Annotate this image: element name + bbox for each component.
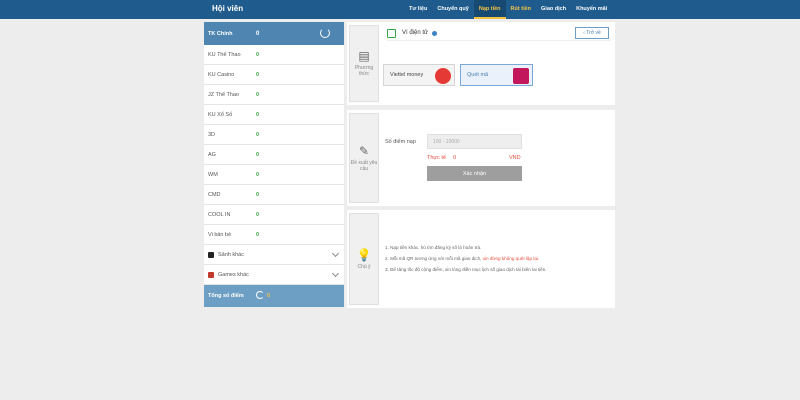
viettel-logo-icon	[435, 68, 451, 84]
sidebar-item-ku-the-thao: KU Thể Thao 0	[204, 45, 344, 65]
sidebar-item-ag: AG 0	[204, 145, 344, 165]
nav-chuyen-quy[interactable]: Chuyển quỹ	[432, 0, 473, 19]
sidebar-item-label: WM	[208, 171, 218, 178]
sidebar-item-label: CMD	[208, 191, 221, 198]
lightbulb-icon: 💡	[356, 247, 372, 262]
top-navbar: Hội viên Tư liệu Chuyển quỹ Nạp tiền Rút…	[0, 0, 800, 19]
note-item: 3. Để tăng tốc độ cộng điểm, xin lòng đi…	[385, 267, 547, 272]
step-notes-label: Chú ý	[357, 263, 371, 270]
refresh-icon[interactable]	[320, 28, 330, 38]
sidebar-item-amount: 0	[256, 191, 260, 198]
wallet-icon	[387, 28, 396, 38]
total-points-amount: 0	[267, 293, 271, 299]
method-panel: ▤ Phương thức Ví điện tử ‹ Trở về Viette…	[347, 22, 615, 105]
confirm-button[interactable]: Xác nhận	[427, 166, 522, 181]
request-panel: ✎ Đề xuất yêu cầu Số điểm nạp 100 - 1000…	[347, 110, 615, 206]
card-icon: ▤	[358, 49, 370, 63]
notes-panel: 💡 Chú ý 1. Nạp tiền khác, hủ tìm đăng ký…	[347, 210, 615, 308]
total-points-row: Tổng số điểm 0	[204, 285, 344, 307]
sidebar-item-cmd: CMD 0	[204, 185, 344, 205]
note-item: 1. Nạp tiền khác, hủ tìm đăng ký số là h…	[385, 245, 482, 250]
info-icon[interactable]	[432, 30, 438, 36]
page-title: Hội viên	[212, 4, 244, 13]
sidebar-item-ku-xo-so: KU Xổ Số 0	[204, 105, 344, 125]
main-account-amount: 0	[256, 30, 260, 37]
nav-giao-dich[interactable]: Giao dịch	[536, 0, 571, 19]
qr-code-icon	[513, 68, 529, 84]
wallet-header: Ví điện tử ‹ Trở về	[387, 26, 611, 41]
sidebar-item-label: Vi bàn bè	[208, 231, 232, 238]
sidebar-expand-games-khac[interactable]: Games khác	[204, 265, 344, 285]
chevron-down-icon	[331, 249, 340, 258]
main-account-label: TK Chính	[208, 30, 233, 37]
method-label: Quét mã	[467, 72, 489, 78]
sidebar-item-amount: 0	[256, 231, 260, 238]
chevron-down-icon	[331, 269, 340, 278]
total-points-label: Tổng số điểm	[208, 293, 244, 299]
back-button-label: Trở về	[586, 30, 601, 36]
sidebar-item-label: KU Casino	[208, 71, 235, 78]
step-request-label: Đề xuất yêu cầu	[350, 159, 378, 172]
real-amount-unit: VND	[509, 155, 521, 161]
step-request: ✎ Đề xuất yêu cầu	[349, 113, 379, 203]
sidebar-item-amount: 0	[256, 51, 260, 58]
method-label: Viettel money	[390, 72, 424, 78]
sidebar-item-amount: 0	[256, 131, 260, 138]
sidebar-item-cool-in: COOL IN 0	[204, 205, 344, 225]
sidebar-item-amount: 0	[256, 71, 260, 78]
sidebar-expand-sanh-khac[interactable]: Sảnh khác	[204, 245, 344, 265]
sidebar-item-label: KU Thể Thao	[208, 51, 241, 58]
edit-form-icon: ✎	[358, 143, 370, 158]
nav-nap-tien[interactable]: Nạp tiền	[473, 0, 506, 19]
game-icon	[208, 271, 214, 278]
notes-list: 1. Nạp tiền khác, hủ tìm đăng ký số là h…	[385, 242, 611, 275]
spade-icon	[208, 251, 214, 258]
step-method: ▤ Phương thức	[349, 25, 379, 102]
amount-input[interactable]: 100 - 10000	[427, 134, 522, 149]
sidebar-item-amount: 0	[256, 91, 260, 98]
loading-icon	[256, 291, 264, 299]
back-button[interactable]: ‹ Trở về	[575, 27, 609, 39]
main-account-row: TK Chính 0	[204, 22, 344, 45]
note-item: 2. Mỗi mã QR tương ứng với mỗi mã giao d…	[385, 256, 540, 261]
sidebar-item-amount: 0	[256, 111, 260, 118]
amount-label: Số điểm nạp	[385, 139, 416, 145]
real-amount-value: 0	[453, 155, 457, 161]
sidebar-item-3d: 3D 0	[204, 125, 344, 145]
sidebar-item-label: COOL IN	[208, 211, 231, 218]
method-qr-scan[interactable]: Quét mã	[460, 64, 533, 86]
nav-tu-lieu[interactable]: Tư liệu	[404, 0, 432, 19]
nav-rut-tien[interactable]: Rút tiền	[506, 0, 536, 19]
sidebar-item-ku-casino: KU Casino 0	[204, 65, 344, 85]
main-nav: Tư liệu Chuyển quỹ Nạp tiền Rút tiền Gia…	[404, 0, 612, 19]
sidebar-item-wm: WM 0	[204, 165, 344, 185]
nav-khuyen-mai[interactable]: Khuyến mãi	[571, 0, 612, 19]
sidebar-item-label: 3D	[208, 131, 216, 138]
account-sidebar: TK Chính 0 KU Thể Thao 0 KU Casino 0 JZ Th…	[204, 22, 344, 307]
sidebar-item-amount: 0	[256, 171, 260, 178]
wallet-title: Ví điện tử	[402, 30, 429, 36]
step-notes: 💡 Chú ý	[349, 213, 379, 305]
sidebar-item-vi-ban-be: Vi bàn bè 0	[204, 225, 344, 245]
real-amount-label: Thực tế	[427, 155, 446, 161]
sidebar-item-label: KU Xổ Số	[208, 111, 233, 118]
method-viettel-money[interactable]: Viettel money	[383, 64, 455, 86]
step-method-label: Phương thức	[354, 65, 374, 77]
sidebar-item-label: Games khác	[218, 271, 249, 278]
sidebar-item-amount: 0	[256, 211, 260, 218]
sidebar-item-label: JZ Thể Thao	[208, 91, 239, 98]
sidebar-item-label: Sảnh khác	[218, 251, 244, 258]
sidebar-item-jz-the-thao: JZ Thể Thao 0	[204, 85, 344, 105]
sidebar-item-amount: 0	[256, 151, 260, 158]
sidebar-item-label: AG	[208, 151, 216, 158]
